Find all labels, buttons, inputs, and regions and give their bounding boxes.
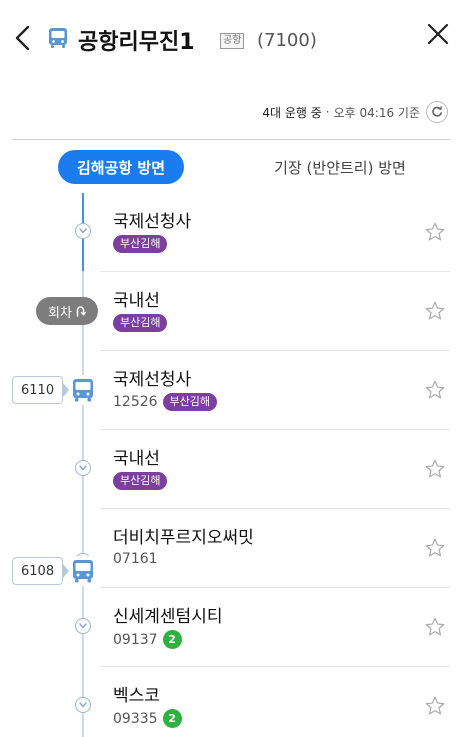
- metro-line-badge: 2: [162, 709, 182, 728]
- stop-code: 09335: [113, 710, 158, 727]
- refresh-icon: [432, 106, 442, 117]
- u-turn-icon: [76, 306, 86, 317]
- stop-meta: 부산김해: [113, 472, 168, 490]
- bus-icon: [73, 560, 94, 583]
- stop-meta: 12526 부산김해: [113, 393, 218, 411]
- bus-icon: [73, 379, 94, 402]
- bus-plate-pointer: [63, 383, 70, 397]
- stop-name: 국내선: [113, 291, 160, 311]
- status-bar: 4대 운행 중 · 오후 04:16 기준: [262, 100, 448, 124]
- bus-marker[interactable]: 6108: [12, 556, 97, 586]
- star-icon[interactable]: [424, 695, 446, 717]
- running-count: 4대 운행 중: [262, 105, 322, 120]
- bus-plate-number: 6108: [12, 557, 64, 585]
- stop-node: [75, 223, 91, 239]
- stop-name: 국제선청사: [113, 370, 192, 390]
- status-separator: ·: [325, 105, 330, 119]
- bus-plate-number: 6110: [12, 376, 64, 404]
- star-icon[interactable]: [424, 616, 446, 638]
- stop-code: 07161: [113, 551, 158, 567]
- region-badge: 부산김해: [113, 235, 168, 253]
- back-button[interactable]: [8, 22, 36, 54]
- stop-meta: 부산김해: [113, 314, 168, 332]
- turnaround-label: 회차: [48, 305, 72, 321]
- star-icon[interactable]: [424, 300, 446, 322]
- stop-name: 국제선청사: [113, 212, 192, 232]
- stop-list[interactable]: 국제선청사 부산김해 국내선 부산김해 국제선청사 12526 부산김해 국내선…: [0, 193, 458, 737]
- chevron-down-icon: [79, 228, 87, 234]
- stop-meta: 09335 2: [113, 709, 182, 728]
- star-icon[interactable]: [424, 379, 446, 401]
- stop-node: [75, 697, 91, 713]
- stop-code: 09137: [113, 631, 158, 648]
- status-time: 오후 04:16 기준: [333, 105, 420, 120]
- stop-meta: 부산김해: [113, 235, 168, 253]
- stop-code: 12526: [113, 394, 158, 410]
- metro-line-badge: 2: [162, 630, 182, 649]
- stop-name: 국내선: [113, 449, 160, 469]
- stop-meta: 09137 2: [113, 630, 182, 649]
- region-badge: 부산김해: [113, 472, 168, 490]
- region-badge: 부산김해: [162, 393, 218, 411]
- stop-meta: 07161: [113, 551, 158, 567]
- header-divider: [12, 139, 450, 140]
- region-badge: 부산김해: [113, 314, 168, 332]
- stop-row[interactable]: 국내선 부산김해: [0, 430, 458, 509]
- stop-name: 벡스코: [113, 686, 160, 706]
- bus-position: [70, 556, 97, 586]
- stop-row[interactable]: 신세계센텀시티 09137 2: [0, 588, 458, 667]
- bus-position: [70, 375, 97, 405]
- stop-row[interactable]: 국제선청사 부산김해: [0, 193, 458, 272]
- direction-tabs: 김해공항 방면 기장 (반얀트리) 방면: [12, 150, 450, 184]
- route-number: (7100): [257, 30, 317, 51]
- close-icon: [427, 23, 449, 45]
- stop-row[interactable]: 벡스코 09335 2: [0, 667, 458, 737]
- route-name: 공항리무진1: [78, 30, 195, 55]
- stop-name: 신세계센텀시티: [113, 607, 223, 627]
- stop-node: [75, 460, 91, 476]
- bus-icon: [49, 28, 67, 48]
- star-icon[interactable]: [424, 537, 446, 559]
- chevron-left-icon: [15, 25, 30, 51]
- bus-marker[interactable]: 6110: [12, 375, 97, 405]
- refresh-button[interactable]: [426, 101, 448, 123]
- bus-plate-pointer: [63, 564, 70, 578]
- chevron-down-icon: [79, 623, 87, 629]
- route-header: 공항리무진1 공항 (7100): [0, 0, 458, 80]
- close-button[interactable]: [422, 18, 454, 50]
- route-type-badge: 공항: [220, 33, 245, 49]
- chevron-down-icon: [79, 465, 87, 471]
- tab-gimhae-airport[interactable]: 김해공항 방면: [58, 150, 184, 184]
- star-icon[interactable]: [424, 458, 446, 480]
- turnaround-badge: 회차: [36, 297, 98, 325]
- stop-node: [75, 618, 91, 634]
- stop-name: 더비치푸르지오써밋: [113, 528, 254, 548]
- star-icon[interactable]: [424, 221, 446, 243]
- chevron-down-icon: [79, 702, 87, 708]
- tab-gijang-banyantree[interactable]: 기장 (반얀트리) 방면: [240, 150, 440, 184]
